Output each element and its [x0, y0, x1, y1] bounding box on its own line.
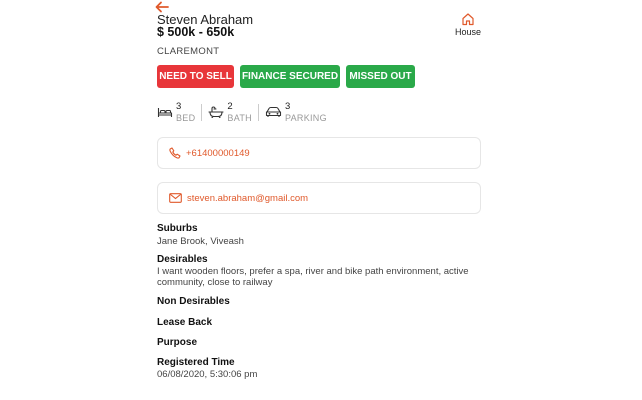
- status-tags: NEED TO SELL FINANCE SECURED MISSED OUT: [157, 65, 415, 88]
- feature-bed: 3 BED: [157, 102, 195, 123]
- property-features: 3 BED 2 BATH 3 PARKING: [157, 102, 327, 123]
- tag-finance-secured[interactable]: FINANCE SECURED: [240, 65, 340, 88]
- bath-icon: [208, 106, 224, 118]
- email-card[interactable]: steven.abraham@gmail.com: [157, 182, 481, 214]
- suburb-label: CLAREMONT: [157, 46, 220, 57]
- parking-label: PARKING: [284, 112, 327, 123]
- tag-missed-out[interactable]: MISSED OUT: [346, 65, 415, 88]
- price-range: $ 500k - 650k: [157, 25, 235, 39]
- property-type-label: House: [454, 27, 481, 37]
- suburbs-heading: Suburbs: [157, 223, 198, 234]
- feature-bath: 2 BATH: [208, 102, 252, 123]
- mail-icon: [169, 193, 182, 203]
- parking-count: 3: [284, 101, 291, 112]
- car-icon: [265, 106, 282, 117]
- feature-divider: [201, 104, 203, 121]
- registered-time-value: 06/08/2020, 5:30:06 pm: [157, 369, 258, 380]
- bath-count: 2: [227, 101, 233, 112]
- lease-back-heading: Lease Back: [157, 317, 213, 328]
- phone-icon: [169, 147, 181, 159]
- tag-need-to-sell[interactable]: NEED TO SELL: [157, 65, 234, 88]
- back-button[interactable]: [155, 0, 171, 13]
- desirables-heading: Desirables: [157, 254, 208, 265]
- email-address[interactable]: steven.abraham@gmail.com: [187, 193, 308, 204]
- bed-label: BED: [176, 112, 196, 123]
- home-icon: [462, 13, 474, 26]
- feature-divider: [257, 104, 259, 121]
- bed-icon: [157, 108, 173, 117]
- bed-count: 3: [176, 101, 182, 112]
- phone-card[interactable]: +61400000149: [157, 137, 481, 169]
- feature-parking: 3 PARKING: [265, 102, 327, 123]
- suburbs-value: Jane Brook, Viveash: [157, 236, 244, 247]
- non-desirables-heading: Non Desirables: [157, 296, 230, 307]
- bath-label: BATH: [227, 112, 252, 123]
- registered-time-heading: Registered Time: [157, 357, 235, 368]
- phone-number[interactable]: +61400000149: [186, 148, 250, 159]
- property-type-house[interactable]: House: [448, 12, 488, 37]
- desirables-value: I want wooden floors, prefer a spa, rive…: [157, 266, 469, 288]
- purpose-heading: Purpose: [157, 337, 198, 348]
